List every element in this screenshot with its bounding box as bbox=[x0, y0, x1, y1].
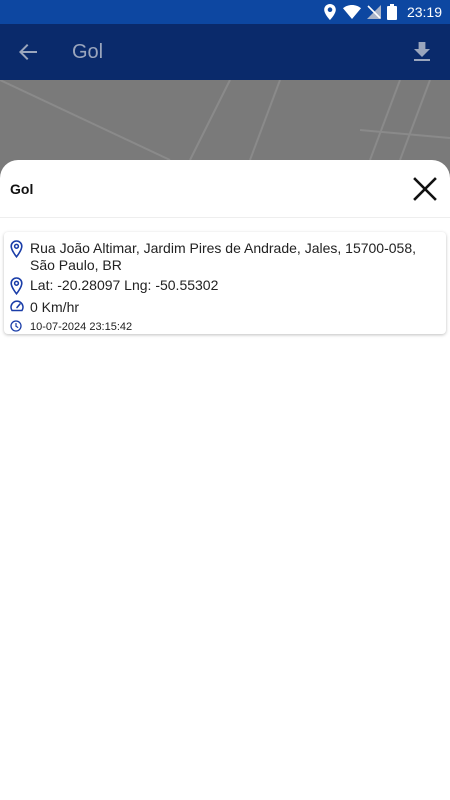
speed-row: 0 Km/hr bbox=[10, 299, 440, 316]
location-pin-icon bbox=[10, 277, 30, 295]
address-text: Rua João Altimar, Jardim Pires de Andrad… bbox=[30, 240, 416, 273]
back-button[interactable] bbox=[0, 24, 56, 80]
latlng-row: Lat: -20.28097 Lng: -50.55302 bbox=[10, 277, 440, 295]
app-bar: Gol bbox=[0, 24, 450, 80]
address-row: Rua João Altimar, Jardim Pires de Andrad… bbox=[10, 240, 440, 274]
status-time: 23:19 bbox=[406, 4, 442, 20]
location-pin-icon bbox=[10, 240, 30, 258]
battery-icon bbox=[386, 4, 397, 20]
timestamp-text: 10-07-2024 23:15:42 bbox=[30, 321, 133, 333]
close-icon bbox=[413, 176, 437, 201]
no-signal-icon bbox=[366, 5, 381, 19]
app-bar-title: Gol bbox=[72, 40, 104, 63]
download-icon bbox=[414, 42, 430, 61]
speedometer-icon bbox=[10, 299, 30, 313]
timestamp-row: 10-07-2024 23:15:42 bbox=[10, 320, 440, 334]
details-bottom-sheet: Gol Rua João Altimar, Jardim Pires de An… bbox=[0, 160, 450, 800]
location-icon bbox=[324, 4, 336, 20]
sheet-title: Gol bbox=[10, 180, 34, 197]
sheet-header: Gol bbox=[0, 160, 450, 218]
speed-text: 0 Km/hr bbox=[30, 299, 80, 315]
clock-icon bbox=[10, 320, 30, 332]
wifi-icon bbox=[342, 5, 361, 19]
location-card: Rua João Altimar, Jardim Pires de Andrad… bbox=[4, 232, 446, 334]
close-button[interactable] bbox=[400, 164, 450, 214]
status-bar: 23:19 bbox=[0, 0, 450, 24]
arrow-back-icon bbox=[19, 44, 37, 60]
latlng-text: Lat: -20.28097 Lng: -50.55302 bbox=[30, 277, 219, 293]
download-button[interactable] bbox=[394, 24, 450, 80]
